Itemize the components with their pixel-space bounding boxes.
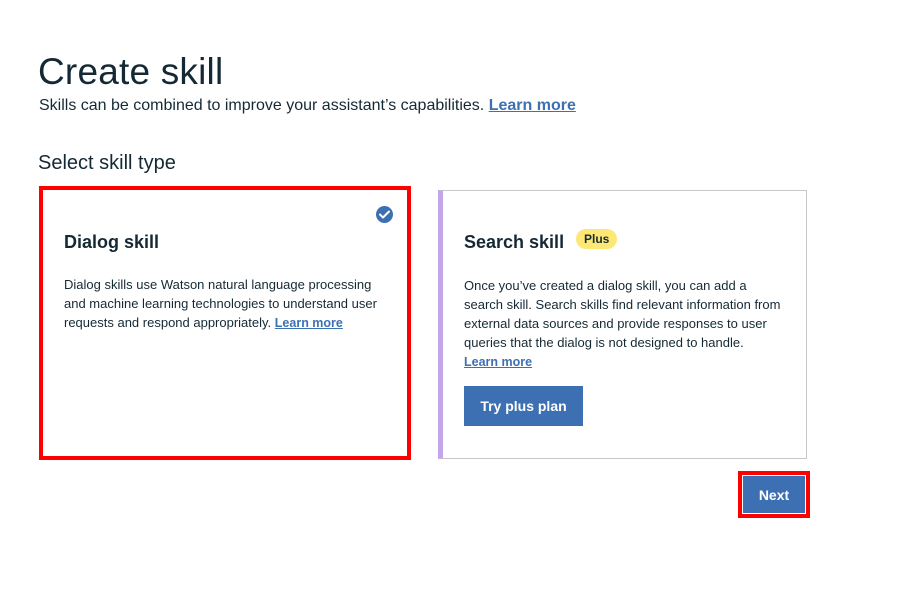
page-subtitle: Skills can be combined to improve your a… bbox=[39, 96, 576, 116]
search-skill-description-text: Once you’ve created a dialog skill, you … bbox=[464, 278, 781, 350]
dialog-skill-learn-more-link[interactable]: Learn more bbox=[275, 316, 343, 330]
subtitle-learn-more-link[interactable]: Learn more bbox=[489, 97, 576, 114]
subtitle-text: Skills can be combined to improve your a… bbox=[39, 97, 485, 114]
checkmark-filled-icon bbox=[376, 206, 393, 223]
search-skill-card[interactable]: Search skill Plus Once you’ve created a … bbox=[438, 190, 807, 459]
try-plus-plan-button[interactable]: Try plus plan bbox=[464, 386, 583, 426]
search-skill-title: Search skill bbox=[464, 232, 565, 252]
dialog-skill-title: Dialog skill bbox=[64, 232, 160, 252]
plus-badge: Plus bbox=[576, 229, 618, 249]
page-title: Create skill bbox=[38, 51, 224, 92]
create-skill-page: Create skill Skills can be combined to i… bbox=[0, 0, 897, 616]
next-button-highlight: Next bbox=[738, 471, 810, 518]
select-skill-type-label: Select skill type bbox=[38, 152, 176, 174]
next-button[interactable]: Next bbox=[743, 476, 805, 513]
dialog-skill-card[interactable]: Dialog skill Dialog skills use Watson na… bbox=[39, 186, 411, 460]
search-skill-description: Once you’ve created a dialog skill, you … bbox=[464, 276, 784, 372]
dialog-skill-description: Dialog skills use Watson natural languag… bbox=[64, 275, 394, 333]
search-skill-learn-more-link[interactable]: Learn more bbox=[464, 355, 532, 369]
